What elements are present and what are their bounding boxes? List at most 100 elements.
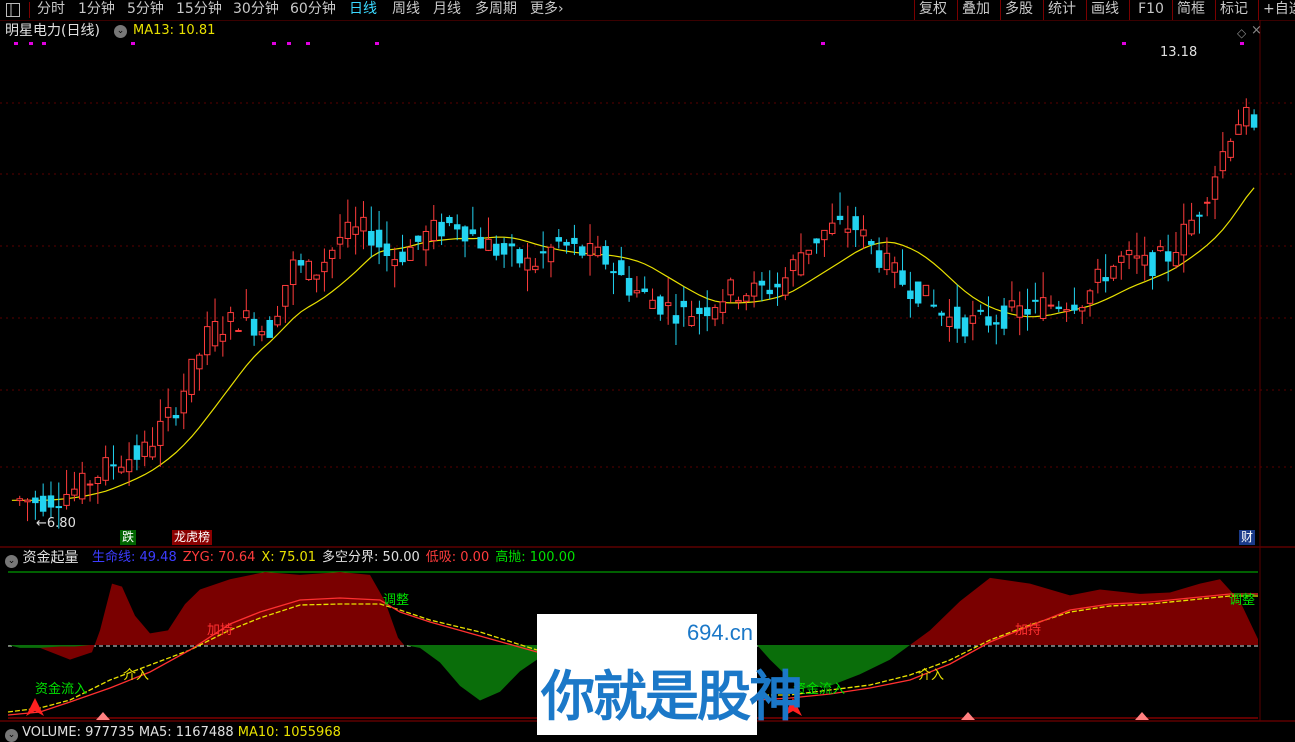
candle-body — [836, 215, 844, 221]
signal-dot — [1122, 42, 1126, 45]
candle-body — [1008, 300, 1016, 308]
candle-body — [282, 284, 289, 307]
candle-body — [1102, 277, 1109, 282]
candle-body — [422, 230, 430, 251]
bull-area — [910, 577, 1258, 645]
candle-body — [1250, 114, 1258, 128]
candle-body — [1133, 255, 1141, 259]
candle-body — [555, 237, 563, 242]
candle-body — [1196, 214, 1203, 217]
candle-body — [94, 476, 102, 485]
candle-body — [766, 289, 773, 295]
candle-body — [758, 280, 766, 286]
candle-body — [1110, 265, 1117, 279]
candle-body — [828, 222, 836, 234]
candle-body — [118, 466, 125, 473]
candle-body — [352, 226, 359, 235]
candle-body — [657, 296, 664, 315]
candle-body — [672, 315, 680, 324]
candle-body — [63, 493, 70, 506]
candle-body — [1055, 306, 1063, 310]
candle-body — [703, 307, 711, 317]
candle-body — [961, 317, 969, 337]
candle-body — [399, 251, 406, 263]
candle-body — [407, 246, 414, 261]
candle-body — [24, 499, 31, 503]
candle-body — [844, 228, 852, 233]
candle-body — [1000, 305, 1008, 329]
annotation-jieru-2: 介入 — [918, 668, 945, 683]
diamond-icon[interactable]: ◇ — [1237, 25, 1246, 41]
signal-dot — [821, 42, 825, 45]
candle-body — [39, 495, 47, 512]
candle-body — [55, 506, 63, 509]
dropdown-circle-icon[interactable]: ⌄ — [5, 729, 18, 742]
signal-dots — [14, 42, 1244, 45]
candle-body — [500, 243, 508, 255]
legend-item: ZYG: 70.64 — [182, 550, 256, 565]
legend-item: X: 75.01 — [261, 550, 317, 565]
candle-body — [805, 249, 813, 255]
candle-body — [157, 420, 164, 446]
candle-body — [625, 277, 633, 296]
legend-item: 多空分界: 50.00 — [322, 550, 420, 565]
candle-body — [110, 464, 117, 467]
die-tag[interactable]: 跌 — [120, 530, 137, 545]
candle-body — [313, 274, 320, 280]
candle-body — [1180, 223, 1188, 256]
candle-body — [1243, 106, 1250, 127]
candle-body — [1047, 304, 1055, 307]
dropdown-circle-icon[interactable]: ⌄ — [5, 555, 18, 568]
candle-body — [469, 229, 477, 235]
finance-tag[interactable]: 财 — [1239, 530, 1256, 545]
candle-body — [977, 309, 984, 312]
candle-body — [32, 497, 39, 504]
candle-body — [571, 237, 578, 244]
candle-body — [360, 216, 367, 232]
candle-body — [211, 321, 219, 347]
signal-dot — [14, 42, 18, 45]
candle-body — [1118, 255, 1125, 263]
candle-body — [164, 407, 172, 418]
candle-body — [1157, 246, 1164, 252]
candle-body — [1141, 254, 1148, 266]
watermark-logo: 694.cn 你就是股神 — [537, 614, 803, 735]
candle-body — [993, 322, 1000, 325]
candle-body — [969, 315, 977, 324]
annotation-chiyou-2: 加持 — [1015, 623, 1042, 638]
candle-body — [321, 261, 328, 273]
candle-body — [430, 219, 438, 242]
candle-body — [102, 457, 109, 481]
candle-body — [914, 281, 922, 304]
watermark-brand: 你就是股神 — [541, 665, 803, 728]
annotation-chiyou-1: 加持 — [207, 623, 234, 638]
candle-body — [586, 243, 594, 256]
candle-body — [946, 316, 953, 328]
candle-body — [688, 316, 695, 326]
candle-body — [539, 251, 547, 254]
candlesticks — [16, 98, 1258, 529]
longhubang-tag[interactable]: 龙虎榜 — [172, 530, 213, 545]
candle-body — [1078, 307, 1086, 312]
dropdown-circle-icon[interactable]: ⌄ — [114, 25, 127, 38]
candle-body — [149, 445, 156, 458]
candle-body — [375, 229, 383, 248]
legend-item: 生命线: 49.48 — [92, 550, 177, 565]
signal-dot — [131, 42, 135, 45]
close-icon[interactable]: × — [1251, 23, 1262, 39]
candle-body — [789, 259, 797, 272]
candle-body — [414, 235, 422, 242]
candle-body — [1024, 309, 1031, 315]
signal-dot — [375, 42, 379, 45]
candle-body — [47, 495, 55, 508]
annotation-zijin-1: 资金流入 — [35, 682, 88, 697]
ma13-label: MA13: 10.81 — [133, 23, 216, 38]
candle-body — [1032, 299, 1039, 302]
annotation-tiaozheng-2: 调整 — [1229, 593, 1256, 608]
candle-body — [1071, 304, 1078, 311]
candle-body — [125, 459, 133, 473]
candle-body — [664, 302, 672, 307]
low-price-value: 6.80 — [46, 516, 76, 531]
signal-dot — [29, 42, 33, 45]
candle-body — [1149, 252, 1156, 277]
